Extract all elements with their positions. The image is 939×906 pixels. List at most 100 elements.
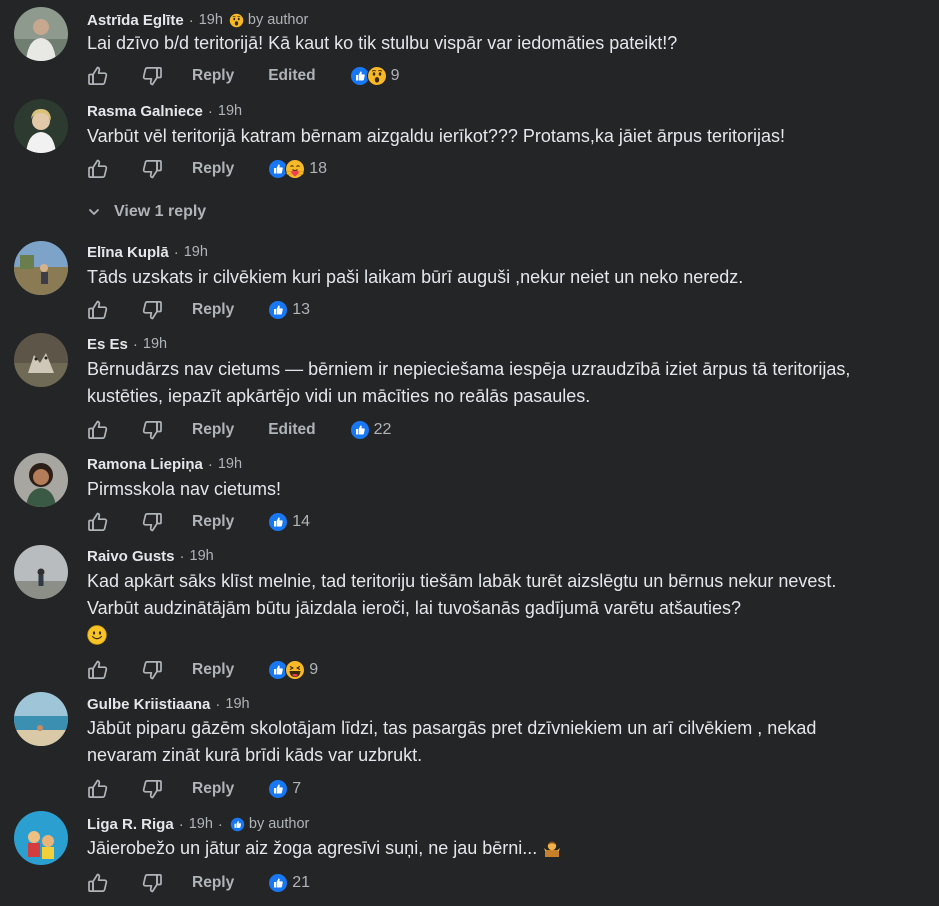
downvote-icon[interactable] [140,157,164,181]
like-reaction-icon [268,779,288,799]
comment-text: Kad apkārt sāks klīst melnie, tad terito… [87,568,887,649]
haha-reaction-icon [285,660,305,680]
author-name[interactable]: Ramona Liepiņa [87,456,203,473]
view-replies-button[interactable]: View 1 reply [86,200,206,224]
reactions-summary[interactable]: 14 [268,512,310,532]
downvote-icon[interactable] [140,658,164,682]
avatar[interactable] [14,333,68,387]
comment-header: Ramona Liepiņa · 19h [87,454,242,474]
comment-header: Liga R. Riga · 19h · by author [87,814,309,834]
author-name[interactable]: Rasma Galniece [87,103,203,120]
upvote-icon[interactable] [86,157,110,181]
avatar[interactable] [14,453,68,507]
reply-button[interactable]: Reply [192,874,234,892]
downvote-icon[interactable] [140,777,164,801]
timestamp[interactable]: 19h [199,12,223,28]
avatar[interactable] [14,692,68,746]
reactions-summary[interactable]: 13 [268,300,310,320]
reactions-summary[interactable]: 18 [268,159,327,179]
comment-text: Pirmsskola nav cietums! [87,479,282,499]
author-name[interactable]: Astrīda Eglīte [87,12,184,29]
reply-button[interactable]: Reply [192,421,234,439]
comment-header: Es Es · 19h [87,334,167,354]
timestamp[interactable]: 19h [143,336,167,352]
chevron-down-icon [86,204,102,220]
view-replies-label: View 1 reply [114,203,207,220]
avatar[interactable] [14,99,68,153]
reactions-summary[interactable]: 9 [350,66,400,86]
author-name[interactable]: Liga R. Riga [87,816,174,833]
edited-label[interactable]: Edited [268,67,315,85]
upvote-icon[interactable] [86,64,110,88]
separator: · [188,11,194,29]
downvote-icon[interactable] [140,510,164,534]
author-name[interactable]: Raivo Gusts [87,548,175,565]
reply-button[interactable]: Reply [192,301,234,319]
reaction-count: 7 [292,780,302,797]
smile-emoji-icon [87,625,107,645]
reaction-count: 21 [292,874,311,891]
author-name[interactable]: Elīna Kuplā [87,244,169,261]
reaction-count: 22 [373,421,392,438]
comment-header: Gulbe Kriistiaana · 19h [87,694,250,714]
timestamp[interactable]: 19h [218,456,242,472]
separator: · [215,695,221,713]
reactions-summary[interactable]: 9 [268,660,318,680]
comment-text: Lai dzīvo b/d teritorijā! Kā kaut ko tik… [87,33,678,53]
author-name[interactable]: Es Es [87,336,128,353]
upvote-icon[interactable] [86,871,110,895]
avatar[interactable] [14,811,68,865]
downvote-icon[interactable] [140,64,164,88]
separator: · [173,243,179,261]
downvote-icon[interactable] [140,871,164,895]
comment-actions: Reply 21 [86,871,310,895]
reactions-summary[interactable]: 7 [268,779,301,799]
timestamp[interactable]: 19h [190,548,214,564]
comment-text: Bērnudārzs nav cietums — bērniem ir nepi… [87,359,851,406]
reply-button[interactable]: Reply [192,160,234,178]
comment-text: Jāierobežo un jātur aiz žoga agresīvi su… [87,835,927,862]
comment-actions: Reply 14 [86,510,310,534]
reply-button[interactable]: Reply [192,661,234,679]
comment-text: Varbūt vēl teritorijā katram bērnam aizg… [87,126,785,146]
timestamp[interactable]: 19h [184,244,208,260]
timestamp[interactable]: 19h [225,696,249,712]
upvote-icon[interactable] [86,298,110,322]
care-reaction-icon [285,159,305,179]
avatar[interactable] [14,545,68,599]
reaction-count: 9 [390,67,400,84]
avatar[interactable] [14,241,68,295]
comment-header: Astrīda Eglīte · 19h by author [87,10,308,30]
edited-label[interactable]: Edited [268,421,315,439]
separator: · [207,455,213,473]
like-reaction-icon [268,300,288,320]
wow-reaction-icon [367,66,387,86]
reply-button[interactable]: Reply [192,780,234,798]
person-shrugging-emoji-icon [542,838,562,858]
reaction-count: 14 [292,513,311,530]
comment-text: Tāds uzskats ir cilvēkiem kuri paši laik… [87,267,744,287]
separator: · [207,102,213,120]
comment-actions: Reply 18 [86,157,327,181]
reaction-count: 18 [309,160,328,177]
reactions-summary[interactable]: 22 [350,420,392,440]
downvote-icon[interactable] [140,418,164,442]
like-reaction-icon [230,817,245,832]
upvote-icon[interactable] [86,658,110,682]
reply-button[interactable]: Reply [192,513,234,531]
author-name[interactable]: Gulbe Kriistiaana [87,696,210,713]
upvote-icon[interactable] [86,418,110,442]
timestamp[interactable]: 19h [189,816,213,832]
comment-actions: Reply Edited 9 [86,64,400,88]
avatar[interactable] [14,7,68,61]
comment-header: Rasma Galniece · 19h [87,101,242,121]
timestamp[interactable]: 19h [218,103,242,119]
reply-button[interactable]: Reply [192,67,234,85]
downvote-icon[interactable] [140,298,164,322]
comment-actions: Reply 13 [86,298,310,322]
upvote-icon[interactable] [86,777,110,801]
wow-reaction-icon [229,13,244,28]
upvote-icon[interactable] [86,510,110,534]
like-reaction-icon [268,512,288,532]
reactions-summary[interactable]: 21 [268,873,310,893]
